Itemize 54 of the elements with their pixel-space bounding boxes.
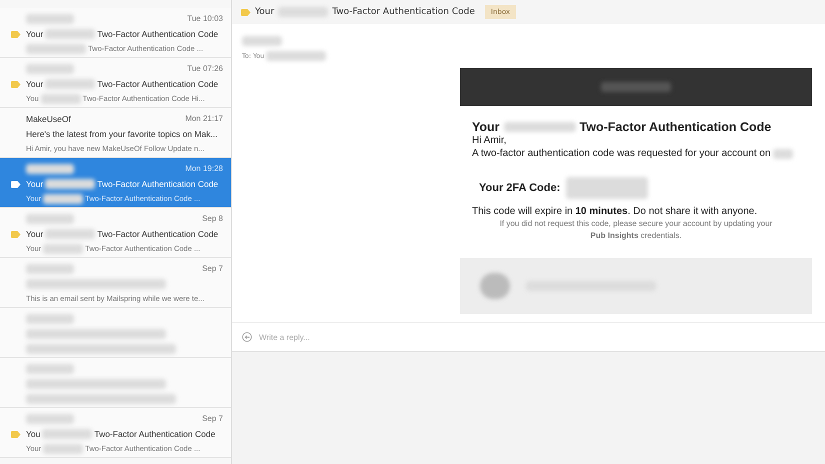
redacted-text bbox=[43, 444, 84, 454]
redacted-text bbox=[40, 94, 81, 104]
code-label: Your 2FA Code: bbox=[479, 182, 560, 194]
redacted-text bbox=[43, 194, 84, 204]
email-title: Two-Factor Authentication Code bbox=[580, 120, 772, 134]
redacted-text bbox=[26, 314, 74, 324]
subject-text: Two-Factor Authentication Code bbox=[94, 428, 216, 438]
redacted-text bbox=[772, 148, 793, 158]
subject-text: Your bbox=[26, 28, 44, 38]
redacted-text bbox=[26, 364, 74, 374]
subject-text: Two-Factor Authentication Code bbox=[97, 178, 218, 188]
redacted-text bbox=[42, 428, 92, 438]
message-time: Sep 7 bbox=[202, 264, 223, 273]
subject-text: Two-Factor Authentication Code bbox=[97, 228, 218, 238]
redacted-text bbox=[45, 178, 96, 188]
redacted-text bbox=[45, 78, 96, 88]
redacted-text bbox=[242, 36, 282, 46]
subject-text: Your bbox=[26, 178, 44, 188]
redacted-text bbox=[278, 7, 328, 17]
redacted-text bbox=[266, 50, 326, 60]
redacted-text bbox=[26, 414, 74, 424]
subject-text: Your bbox=[26, 228, 44, 238]
subject-text: Here's the latest from your favorite topics on Mak... bbox=[26, 128, 218, 138]
redacted-text bbox=[26, 264, 74, 274]
message-time: Tue 10:03 bbox=[187, 14, 223, 23]
subject-text: Two-Factor Authentication Code bbox=[97, 28, 218, 38]
message-time: Sep 7 bbox=[202, 414, 223, 423]
redacted-text bbox=[45, 228, 96, 238]
greeting-text: Hi Amir, bbox=[472, 135, 508, 146]
redacted-text bbox=[601, 82, 671, 92]
redacted-text bbox=[43, 244, 84, 254]
reply-icon bbox=[242, 332, 252, 342]
redacted-text bbox=[26, 214, 74, 224]
security-note: If you did not request this code, please secure your account by updating your Pub Insights credentials. bbox=[498, 218, 774, 242]
subject-text: You bbox=[26, 428, 40, 438]
expiry-text: This code will expire in 10 minutes. Do not share it with anyone. bbox=[472, 206, 758, 217]
redacted-text bbox=[26, 44, 86, 54]
email-title: Your bbox=[472, 120, 500, 134]
sender-name: MakeUseOf bbox=[26, 114, 71, 124]
subject-text: Your bbox=[26, 78, 44, 88]
message-time: Sep 8 bbox=[202, 214, 223, 223]
message-time: Tue 07:26 bbox=[187, 64, 223, 73]
thread-subject: Two-Factor Authentication Code bbox=[332, 7, 475, 17]
redacted-text bbox=[26, 14, 74, 24]
thread-subject: Your bbox=[255, 7, 274, 17]
redacted-text bbox=[26, 164, 74, 174]
message-time: Mon 19:28 bbox=[185, 164, 223, 173]
subject-text: Two-Factor Authentication Code bbox=[97, 78, 218, 88]
redacted-text bbox=[26, 64, 74, 74]
intro-text: A two-factor authentication code was requested for your account on bbox=[472, 148, 771, 159]
reply-field[interactable]: Write a reply... bbox=[257, 332, 461, 342]
redacted-text bbox=[480, 273, 510, 299]
message-time: Mon 21:17 bbox=[185, 114, 223, 123]
redacted-text bbox=[45, 28, 96, 38]
